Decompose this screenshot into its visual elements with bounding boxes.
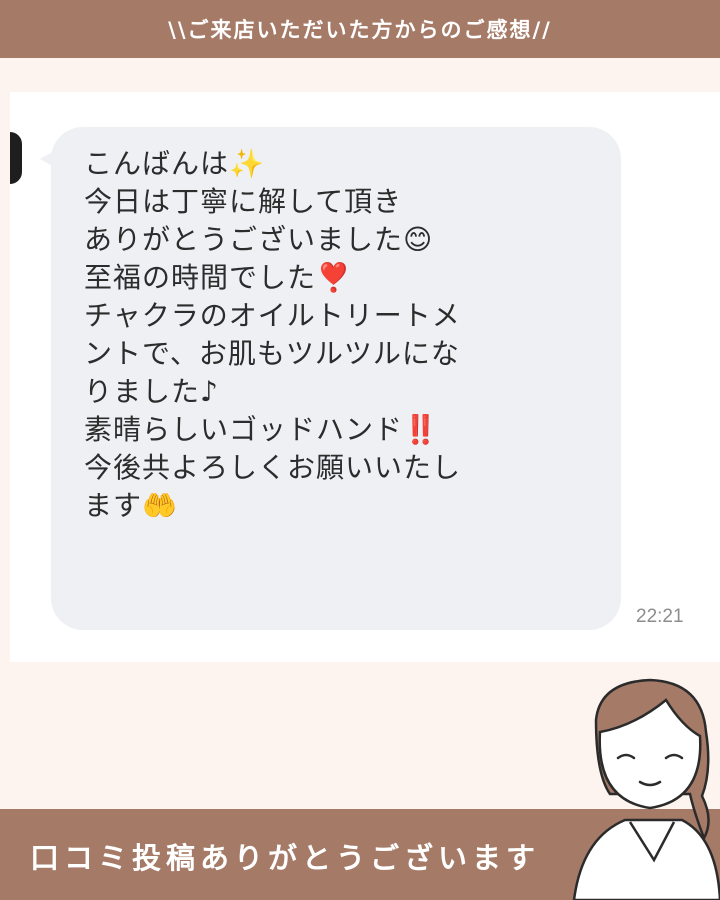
avatar [10, 132, 22, 184]
message-text: こんばんは✨ 今日は丁寧に解して頂き ありがとうございました😊 至福の時間でした… [84, 145, 461, 525]
message-timestamp: 22:21 [636, 606, 684, 627]
header-title: \\ご来店いただいた方からのご感想// [168, 18, 552, 42]
message-line: 素晴らしいゴッドハンド‼️ [84, 413, 439, 446]
message-line: りました♪ [84, 375, 219, 408]
chat-screenshot: こんばんは✨ 今日は丁寧に解して頂き ありがとうございました😊 至福の時間でした… [10, 92, 720, 662]
message-line: こんばんは✨ [84, 147, 265, 180]
message-line: 今日は丁寧に解して頂き [84, 185, 403, 218]
message-line: ントで、お肌もツルツルにな [84, 337, 460, 370]
message-line: ありがとうございました😊 [84, 223, 434, 256]
message-line: チャクラのオイルトリートメ [84, 299, 461, 332]
footer-caption: 口コミ投稿ありがとうございます [30, 841, 541, 875]
message-line: 至福の時間でした❣️ [84, 261, 352, 294]
message-line: ます🤲 [84, 489, 178, 522]
message-line: 今後共よろしくお願いいたし [84, 451, 462, 484]
message-bubble: こんばんは✨ 今日は丁寧に解して頂き ありがとうございました😊 至福の時間でした… [51, 127, 621, 630]
woman-illustration [572, 678, 720, 900]
header-banner: \\ご来店いただいた方からのご感想// [0, 0, 720, 58]
